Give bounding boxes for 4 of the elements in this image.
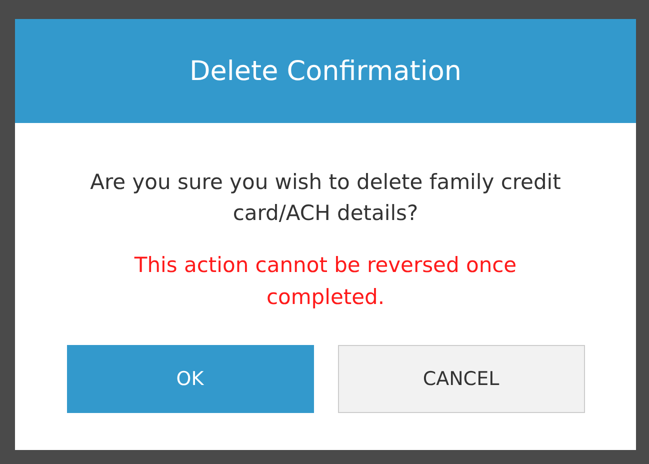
warning-message: This action cannot be reversed once completed. [133,252,518,311]
cancel-button[interactable]: CANCEL [338,345,584,413]
confirmation-message: Are you sure you wish to delete family credit card/ACH details? [89,169,562,227]
dialog-title: Delete Confirmation [190,56,462,86]
